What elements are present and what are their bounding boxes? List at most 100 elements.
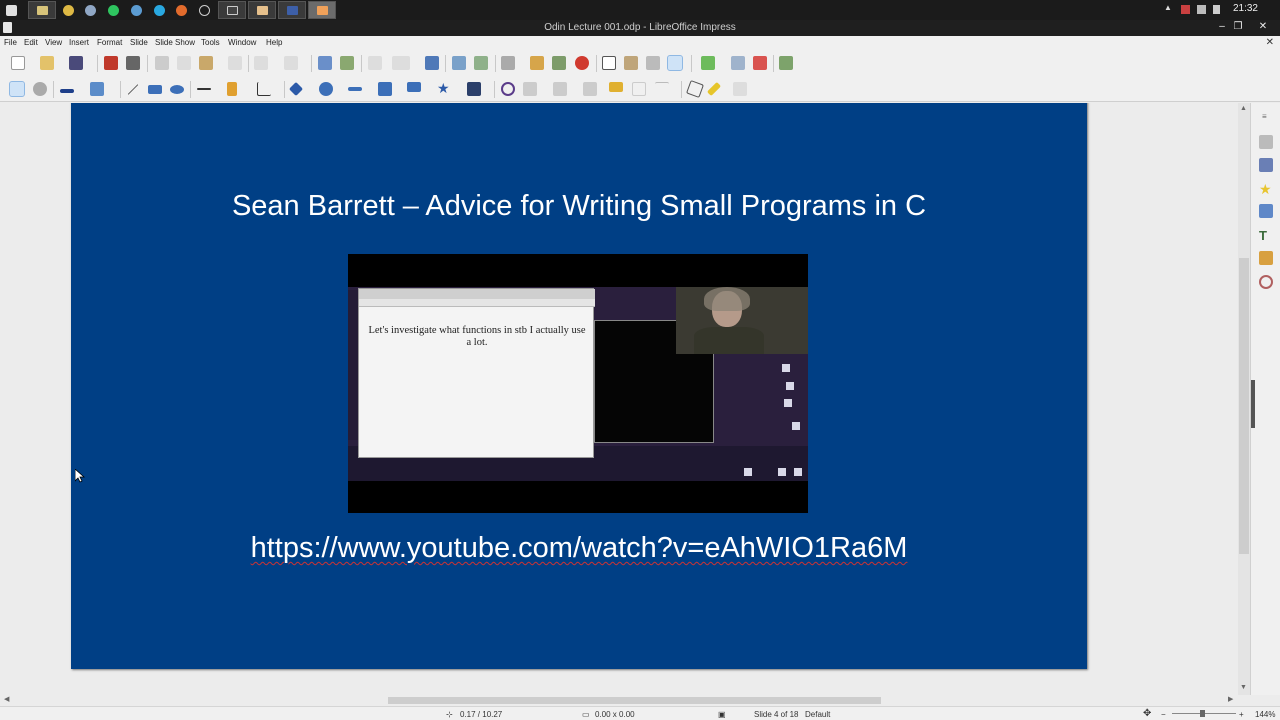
menu-window[interactable]: Window bbox=[228, 38, 256, 47]
toggle-extrusion-icon-2[interactable] bbox=[733, 82, 747, 96]
hyperlink-icon[interactable] bbox=[646, 56, 660, 70]
scroll-down-icon[interactable]: ▼ bbox=[1240, 684, 1247, 691]
image-icon[interactable] bbox=[530, 56, 544, 70]
line-icon[interactable] bbox=[127, 84, 139, 95]
slide-transition-icon[interactable] bbox=[1259, 158, 1273, 172]
editor-taskbar-button[interactable] bbox=[278, 1, 306, 19]
start-current-slide-icon[interactable] bbox=[474, 56, 488, 70]
slide-url-text[interactable]: https://www.youtube.com/watch?v=eAhWIO1R… bbox=[251, 532, 908, 564]
master-slide-icon[interactable] bbox=[425, 56, 439, 70]
restore-icon[interactable]: ❐ bbox=[1230, 21, 1246, 32]
menu-insert[interactable]: Insert bbox=[69, 38, 89, 47]
lines-arrows-icon[interactable] bbox=[197, 88, 211, 90]
chrome-icon[interactable] bbox=[63, 5, 74, 16]
volume-icon[interactable] bbox=[1213, 5, 1220, 14]
select-icon[interactable] bbox=[9, 81, 25, 97]
duplicate-slide-icon[interactable] bbox=[731, 56, 745, 70]
zoom-slider-knob[interactable] bbox=[1200, 710, 1205, 717]
slide-url[interactable]: https://www.youtube.com/watch?v=eAhWIO1R… bbox=[71, 532, 1087, 565]
fit-slide-icon[interactable]: ✥ bbox=[1143, 708, 1151, 719]
menu-file[interactable]: File bbox=[4, 38, 17, 47]
rotate-icon[interactable] bbox=[501, 82, 515, 96]
horizontal-scroll-thumb[interactable] bbox=[388, 697, 881, 704]
paste-icon[interactable] bbox=[199, 56, 213, 70]
styles-icon[interactable]: T bbox=[1259, 228, 1273, 243]
scroll-up-icon[interactable]: ▲ bbox=[1240, 105, 1247, 112]
new-slide-icon[interactable] bbox=[701, 56, 715, 70]
menu-format[interactable]: Format bbox=[97, 38, 122, 47]
block-arrows-icon[interactable] bbox=[348, 87, 362, 91]
text-box-icon[interactable] bbox=[602, 56, 616, 70]
fontwork-icon[interactable] bbox=[624, 56, 638, 70]
menu-tools[interactable]: Tools bbox=[201, 38, 220, 47]
clock-app-icon[interactable] bbox=[199, 5, 210, 16]
tray-up-arrow-icon[interactable]: ▲ bbox=[1164, 3, 1173, 12]
basic-shapes-icon[interactable] bbox=[288, 81, 304, 97]
app-icon[interactable] bbox=[176, 5, 187, 16]
chart-icon[interactable] bbox=[552, 56, 566, 70]
navigator-icon[interactable] bbox=[1259, 275, 1273, 289]
menu-slide[interactable]: Slide bbox=[130, 38, 148, 47]
close-icon[interactable]: ✕ bbox=[1255, 21, 1271, 32]
points-icon[interactable] bbox=[686, 80, 704, 98]
export-pdf-icon[interactable] bbox=[104, 56, 118, 70]
find-replace-icon[interactable] bbox=[318, 56, 332, 70]
start-slideshow-icon[interactable] bbox=[452, 56, 466, 70]
master-slides-icon[interactable] bbox=[1259, 204, 1273, 218]
distribute-icon[interactable] bbox=[583, 82, 597, 96]
vertical-scrollbar[interactable]: ▲ ▼ bbox=[1238, 103, 1250, 695]
zoom-out-icon[interactable]: − bbox=[1161, 710, 1166, 719]
align-icon[interactable] bbox=[523, 82, 537, 96]
glue-points-icon[interactable] bbox=[706, 81, 722, 97]
steam-icon[interactable] bbox=[85, 5, 96, 16]
spotify-icon[interactable] bbox=[108, 5, 119, 16]
notes-taskbar-button[interactable] bbox=[248, 1, 276, 19]
new-icon[interactable] bbox=[11, 56, 25, 70]
menu-help[interactable]: Help bbox=[266, 38, 282, 47]
scroll-left-icon[interactable]: ◀ bbox=[4, 695, 9, 703]
curves-icon[interactable] bbox=[227, 82, 237, 96]
3d-objects-icon[interactable] bbox=[467, 82, 481, 96]
file-manager-taskbar-button[interactable] bbox=[28, 1, 56, 19]
browser-icon[interactable] bbox=[131, 5, 142, 16]
toggle-extrusion-icon[interactable] bbox=[667, 55, 683, 71]
video-thumbnail[interactable]: Let's investigate what functions in stb … bbox=[348, 254, 808, 513]
master-layout-name[interactable]: Default bbox=[805, 710, 830, 719]
scroll-right-icon[interactable]: ▶ bbox=[1228, 695, 1233, 703]
copy-icon[interactable] bbox=[177, 56, 191, 70]
zoom-pan-icon[interactable] bbox=[33, 82, 47, 96]
horizontal-scrollbar[interactable]: ◀ ▶ bbox=[0, 695, 1250, 706]
open-icon[interactable] bbox=[40, 56, 54, 70]
properties-icon[interactable] bbox=[1259, 135, 1273, 149]
minimize-icon[interactable]: – bbox=[1214, 21, 1230, 32]
callouts-icon[interactable] bbox=[407, 82, 421, 92]
clone-formatting-icon[interactable] bbox=[228, 56, 242, 70]
crop-icon[interactable] bbox=[632, 82, 646, 96]
terminal-taskbar-button[interactable] bbox=[218, 1, 246, 19]
media-icon[interactable] bbox=[575, 56, 589, 70]
close-document-icon[interactable]: ✕ bbox=[1266, 37, 1274, 48]
symbol-shapes-icon[interactable] bbox=[319, 82, 333, 96]
fill-color-icon[interactable] bbox=[90, 82, 104, 96]
flowchart-icon[interactable] bbox=[378, 82, 392, 96]
cut-icon[interactable] bbox=[155, 56, 169, 70]
start-icon[interactable] bbox=[6, 5, 17, 16]
slide-layout-icon[interactable] bbox=[779, 56, 793, 70]
shadow-icon[interactable] bbox=[609, 82, 623, 92]
redo-icon[interactable] bbox=[284, 56, 298, 70]
ellipse-icon[interactable] bbox=[170, 85, 184, 94]
table-icon[interactable] bbox=[501, 56, 515, 70]
filter-icon[interactable] bbox=[655, 82, 669, 96]
sidebar-collapse-handle[interactable] bbox=[1251, 380, 1255, 428]
document-modified-icon[interactable]: ▣ bbox=[718, 710, 726, 719]
connectors-icon[interactable] bbox=[257, 82, 271, 96]
line-color-icon[interactable] bbox=[60, 89, 74, 93]
zoom-in-icon[interactable]: + bbox=[1239, 710, 1244, 719]
vertical-scroll-thumb[interactable] bbox=[1239, 258, 1249, 554]
impress-taskbar-button[interactable] bbox=[308, 1, 336, 19]
grid-icon[interactable] bbox=[368, 56, 382, 70]
slide-title[interactable]: Sean Barrett – Advice for Writing Small … bbox=[71, 190, 1087, 223]
gallery-icon[interactable] bbox=[1259, 251, 1273, 265]
undo-icon[interactable] bbox=[254, 56, 268, 70]
sidebar-menu-icon[interactable]: ≡ bbox=[1262, 112, 1267, 121]
